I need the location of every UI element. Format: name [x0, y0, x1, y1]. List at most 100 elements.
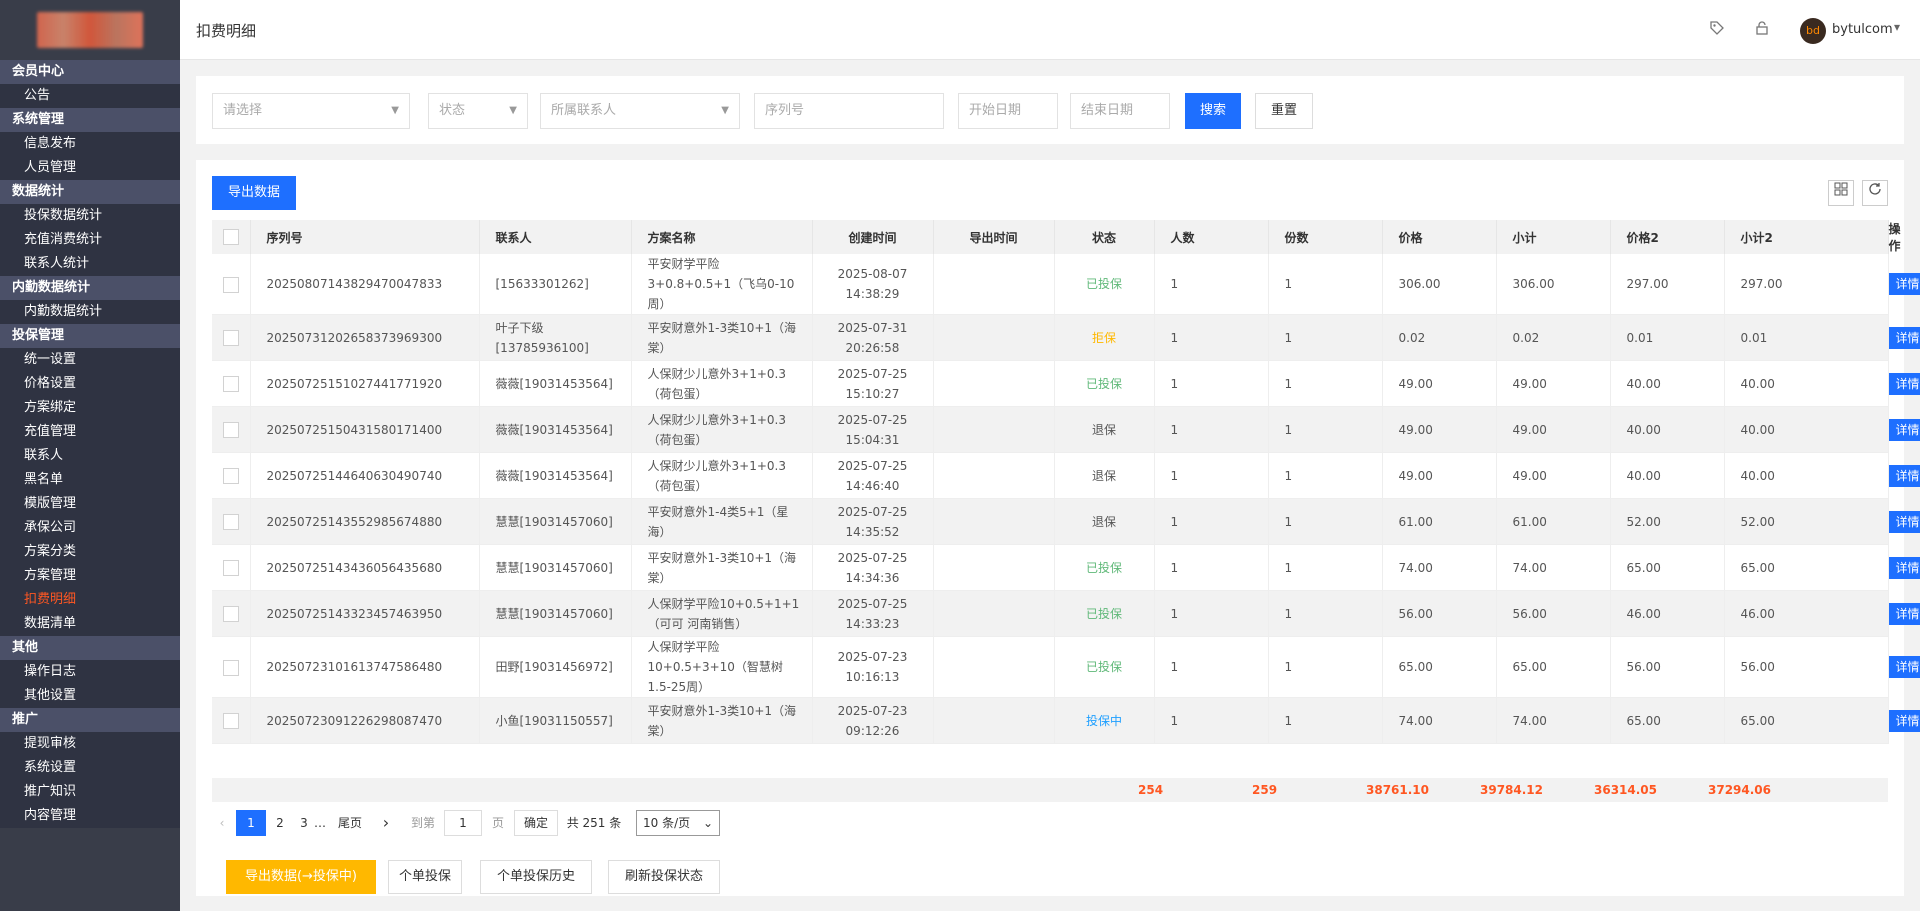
prev-page-icon[interactable]: ‹: [212, 810, 232, 836]
sidebar-item[interactable]: 价格设置: [0, 372, 180, 396]
last-page[interactable]: 尾页: [332, 810, 368, 836]
sidebar-item[interactable]: 公告: [0, 84, 180, 108]
sidebar-item[interactable]: 方案管理: [0, 564, 180, 588]
refresh-status-button[interactable]: 刷新投保状态: [608, 860, 720, 894]
row-checkbox[interactable]: [222, 376, 239, 392]
page-3[interactable]: 3: [296, 810, 312, 836]
column-header[interactable]: 份数: [1268, 220, 1383, 254]
detail-button[interactable]: 详情: [1888, 464, 1920, 487]
lock-icon[interactable]: [1752, 20, 1772, 40]
row-select-cell[interactable]: [212, 406, 251, 453]
row-select-cell[interactable]: [212, 636, 251, 698]
next-page-icon[interactable]: ›: [376, 810, 396, 836]
menu-group-3[interactable]: 内勤数据统计: [0, 276, 180, 300]
row-select-cell[interactable]: [212, 314, 251, 361]
goto-confirm-button[interactable]: 确定: [514, 810, 558, 836]
detail-button[interactable]: 详情: [1888, 273, 1920, 295]
row-checkbox[interactable]: [222, 560, 239, 576]
sidebar-item[interactable]: 扣费明细: [0, 588, 180, 612]
row-checkbox[interactable]: [222, 713, 239, 729]
menu-group-0[interactable]: 会员中心: [0, 60, 180, 84]
avatar[interactable]: bd: [1800, 18, 1826, 44]
category-select[interactable]: 请选择 ▼: [212, 93, 410, 129]
detail-button[interactable]: 详情: [1888, 326, 1920, 349]
row-select-cell[interactable]: [212, 452, 251, 499]
sidebar-item[interactable]: 人员管理: [0, 156, 180, 180]
column-header[interactable]: 人数: [1154, 220, 1269, 254]
select-all-checkbox[interactable]: [222, 229, 239, 245]
menu-group-5[interactable]: 其他: [0, 636, 180, 660]
row-checkbox[interactable]: [222, 606, 239, 622]
menu-group-2[interactable]: 数据统计: [0, 180, 180, 204]
sidebar-item[interactable]: 方案绑定: [0, 396, 180, 420]
sidebar-item[interactable]: 充值消费统计: [0, 228, 180, 252]
serial-input[interactable]: 序列号: [754, 93, 944, 129]
goto-page-input[interactable]: 1: [444, 810, 482, 836]
sidebar-item[interactable]: 方案分类: [0, 540, 180, 564]
detail-button[interactable]: 详情: [1888, 372, 1920, 395]
sidebar-item[interactable]: 内勤数据统计: [0, 300, 180, 324]
contact-select[interactable]: 所属联系人 ▼: [540, 93, 740, 129]
sidebar-item[interactable]: 数据清单: [0, 612, 180, 636]
select-all-cell[interactable]: [212, 220, 251, 254]
sidebar-item[interactable]: 操作日志: [0, 660, 180, 684]
page-1[interactable]: 1: [236, 810, 266, 836]
menu-group-6[interactable]: 推广: [0, 708, 180, 732]
sidebar-item[interactable]: 充值管理: [0, 420, 180, 444]
column-header[interactable]: 价格2: [1610, 220, 1725, 254]
refresh-icon[interactable]: [1862, 180, 1888, 206]
detail-button[interactable]: 详情: [1888, 556, 1920, 579]
row-select-cell[interactable]: [212, 697, 251, 744]
page-2[interactable]: 2: [268, 810, 292, 836]
sidebar-item[interactable]: 统一设置: [0, 348, 180, 372]
menu-group-4[interactable]: 投保管理: [0, 324, 180, 348]
columns-filter-icon[interactable]: [1828, 180, 1854, 206]
sidebar-item[interactable]: 黑名单: [0, 468, 180, 492]
page-size-select[interactable]: 10 条/页 ⌄: [636, 810, 720, 836]
row-checkbox[interactable]: [222, 468, 239, 484]
sidebar-item[interactable]: 推广知识: [0, 780, 180, 804]
row-select-cell[interactable]: [212, 254, 251, 315]
single-history-button[interactable]: 个单投保历史: [480, 860, 592, 894]
menu-group-1[interactable]: 系统管理: [0, 108, 180, 132]
sidebar-item[interactable]: 系统设置: [0, 756, 180, 780]
start-date-input[interactable]: 开始日期: [958, 93, 1058, 129]
username[interactable]: bytulcom: [1832, 22, 1893, 37]
sidebar-item[interactable]: 联系人: [0, 444, 180, 468]
column-header[interactable]: 小计2: [1724, 220, 1889, 254]
row-select-cell[interactable]: [212, 498, 251, 545]
row-select-cell[interactable]: [212, 360, 251, 407]
column-header[interactable]: 序列号: [250, 220, 480, 254]
sidebar-item[interactable]: 联系人统计: [0, 252, 180, 276]
row-select-cell[interactable]: [212, 590, 251, 637]
sidebar-item[interactable]: 提现审核: [0, 732, 180, 756]
sidebar-item[interactable]: 模版管理: [0, 492, 180, 516]
sidebar-item[interactable]: 投保数据统计: [0, 204, 180, 228]
column-header[interactable]: 方案名称: [631, 220, 813, 254]
sidebar-item[interactable]: 承保公司: [0, 516, 180, 540]
column-header[interactable]: 联系人: [479, 220, 632, 254]
column-header[interactable]: 创建时间: [812, 220, 934, 254]
chevron-down-icon[interactable]: ▾: [1894, 20, 1900, 34]
export-insuring-button[interactable]: 导出数据(→投保中): [226, 860, 376, 894]
tag-icon[interactable]: [1707, 20, 1727, 40]
detail-button[interactable]: 详情: [1888, 656, 1920, 678]
single-insure-button[interactable]: 个单投保: [388, 860, 462, 894]
detail-button[interactable]: 详情: [1888, 602, 1920, 625]
row-checkbox[interactable]: [222, 659, 239, 676]
search-button[interactable]: 搜索: [1185, 93, 1241, 129]
export-data-button[interactable]: 导出数据: [212, 176, 296, 210]
row-checkbox[interactable]: [222, 276, 239, 293]
column-header[interactable]: 导出时间: [933, 220, 1055, 254]
row-select-cell[interactable]: [212, 544, 251, 591]
reset-button[interactable]: 重置: [1255, 93, 1313, 129]
detail-button[interactable]: 详情: [1888, 510, 1920, 533]
detail-button[interactable]: 详情: [1888, 418, 1920, 441]
column-header[interactable]: 小计: [1496, 220, 1611, 254]
row-checkbox[interactable]: [222, 514, 239, 530]
row-checkbox[interactable]: [222, 422, 239, 438]
end-date-input[interactable]: 结束日期: [1070, 93, 1170, 129]
sidebar-item[interactable]: 信息发布: [0, 132, 180, 156]
column-header[interactable]: 价格: [1382, 220, 1497, 254]
status-select[interactable]: 状态 ▼: [428, 93, 528, 129]
